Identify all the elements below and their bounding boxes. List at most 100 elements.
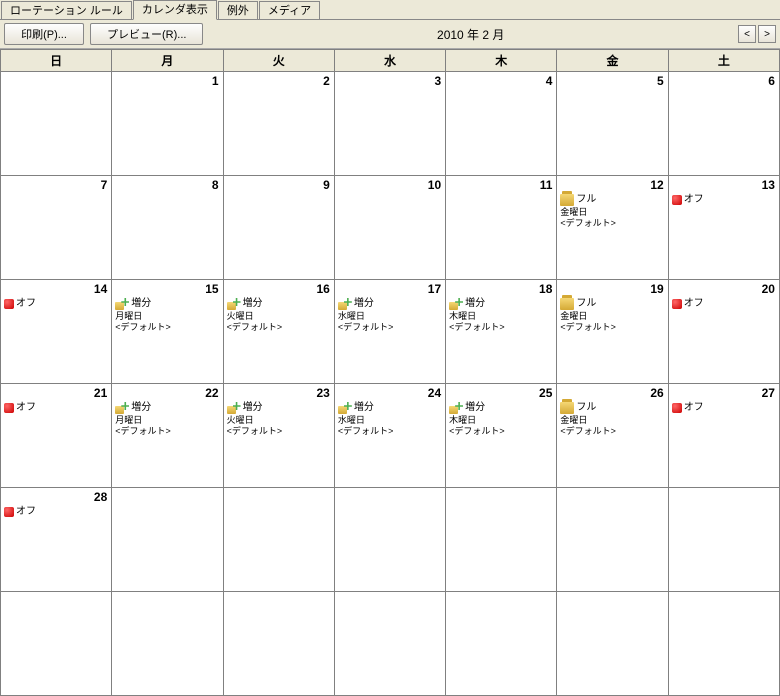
calendar-cell[interactable]: 18 増分木曜日<デフォルト> bbox=[446, 280, 557, 384]
calendar-cell[interactable]: 26 フル金曜日<デフォルト> bbox=[557, 384, 668, 488]
weekday-thu: 木 bbox=[446, 50, 557, 71]
event-default: <デフォルト> bbox=[338, 322, 442, 333]
event-default: <デフォルト> bbox=[449, 322, 553, 333]
event-default: <デフォルト> bbox=[560, 322, 664, 333]
calendar-cell[interactable] bbox=[335, 488, 446, 592]
calendar-event[interactable]: 増分月曜日<デフォルト> bbox=[115, 298, 219, 333]
calendar-event[interactable]: 増分木曜日<デフォルト> bbox=[449, 298, 553, 333]
calendar-cell[interactable] bbox=[557, 592, 668, 696]
day-number: 20 bbox=[762, 282, 775, 296]
calendar-event[interactable]: フル金曜日<デフォルト> bbox=[560, 298, 664, 333]
calendar-cell[interactable]: 27 オフ bbox=[669, 384, 780, 488]
event-weekday: 火曜日 bbox=[227, 311, 331, 322]
calendar-cell[interactable] bbox=[112, 488, 223, 592]
calendar-cell[interactable] bbox=[112, 592, 223, 696]
tab-exception[interactable]: 例外 bbox=[218, 1, 258, 19]
full-backup-icon bbox=[560, 194, 574, 206]
calendar-cell[interactable]: 2 bbox=[224, 72, 335, 176]
off-icon bbox=[4, 299, 14, 309]
calendar-event[interactable]: オフ bbox=[672, 194, 776, 207]
day-number: 11 bbox=[540, 178, 553, 192]
day-number: 8 bbox=[212, 178, 219, 192]
calendar-cell[interactable] bbox=[446, 592, 557, 696]
calendar-cell[interactable]: 7 bbox=[1, 176, 112, 280]
event-label: オフ bbox=[16, 402, 36, 414]
calendar-cell[interactable] bbox=[224, 488, 335, 592]
off-icon bbox=[4, 403, 14, 413]
calendar-cell[interactable] bbox=[335, 592, 446, 696]
calendar-cell[interactable] bbox=[669, 488, 780, 592]
calendar-cell[interactable] bbox=[224, 592, 335, 696]
incremental-backup-icon bbox=[449, 402, 463, 414]
calendar-event[interactable]: 増分水曜日<デフォルト> bbox=[338, 298, 442, 333]
incremental-backup-icon bbox=[115, 298, 129, 310]
day-number: 9 bbox=[323, 178, 330, 192]
calendar-cell[interactable] bbox=[446, 488, 557, 592]
weekday-header: 日 月 火 水 木 金 土 bbox=[0, 49, 780, 71]
print-button[interactable]: 印刷(P)... bbox=[4, 23, 84, 45]
day-number: 27 bbox=[762, 386, 775, 400]
calendar-cell[interactable] bbox=[1, 592, 112, 696]
calendar-cell[interactable]: 11 bbox=[446, 176, 557, 280]
incremental-backup-icon bbox=[449, 298, 463, 310]
calendar-cell[interactable]: 13 オフ bbox=[669, 176, 780, 280]
calendar-cell[interactable] bbox=[669, 592, 780, 696]
day-number: 2 bbox=[323, 74, 330, 88]
calendar-event[interactable]: フル金曜日<デフォルト> bbox=[560, 194, 664, 229]
calendar-cell[interactable]: 21 オフ bbox=[1, 384, 112, 488]
calendar-cell[interactable]: 28オフ bbox=[1, 488, 112, 592]
calendar-event[interactable]: オフ bbox=[4, 506, 108, 519]
calendar-cell[interactable]: 24増分水曜日<デフォルト> bbox=[335, 384, 446, 488]
calendar-cell[interactable]: 6 bbox=[669, 72, 780, 176]
calendar-event[interactable]: フル金曜日<デフォルト> bbox=[560, 402, 664, 437]
calendar-cell[interactable]: 8 bbox=[112, 176, 223, 280]
calendar-cell[interactable]: 3 bbox=[335, 72, 446, 176]
full-backup-icon bbox=[560, 402, 574, 414]
calendar-cell[interactable]: 4 bbox=[446, 72, 557, 176]
tab-media[interactable]: メディア bbox=[259, 1, 320, 19]
tab-calendar[interactable]: カレンダ表示 bbox=[133, 0, 217, 20]
off-icon bbox=[672, 403, 682, 413]
calendar-event[interactable]: オフ bbox=[672, 298, 776, 311]
calendar-cell[interactable]: 17増分水曜日<デフォルト> bbox=[335, 280, 446, 384]
calendar-event[interactable]: 増分月曜日<デフォルト> bbox=[115, 402, 219, 437]
preview-button[interactable]: プレビュー(R)... bbox=[90, 23, 203, 45]
day-number: 21 bbox=[94, 386, 107, 400]
event-label: 増分 bbox=[465, 298, 485, 310]
calendar-title: 2010 年 2 月 bbox=[209, 26, 732, 43]
day-number: 18 bbox=[539, 282, 552, 296]
calendar-cell[interactable]: 16増分火曜日<デフォルト> bbox=[224, 280, 335, 384]
calendar-cell[interactable]: 1 bbox=[112, 72, 223, 176]
calendar-event[interactable]: オフ bbox=[672, 402, 776, 415]
calendar-cell[interactable]: 10 bbox=[335, 176, 446, 280]
event-label: オフ bbox=[684, 402, 704, 414]
calendar-cell[interactable]: 12フル金曜日<デフォルト> bbox=[557, 176, 668, 280]
calendar-cell[interactable]: 22増分月曜日<デフォルト> bbox=[112, 384, 223, 488]
calendar-event[interactable]: オフ bbox=[4, 402, 108, 415]
calendar-cell[interactable]: 19フル金曜日<デフォルト> bbox=[557, 280, 668, 384]
event-weekday: 木曜日 bbox=[449, 415, 553, 426]
calendar-cell[interactable] bbox=[1, 72, 112, 176]
prev-month-button[interactable]: < bbox=[738, 25, 756, 43]
calendar-cell[interactable]: 9 bbox=[224, 176, 335, 280]
calendar-event[interactable]: オフ bbox=[4, 298, 108, 311]
calendar-cell[interactable]: 25増分木曜日<デフォルト> bbox=[446, 384, 557, 488]
calendar-event[interactable]: 増分火曜日<デフォルト> bbox=[227, 402, 331, 437]
calendar-cell[interactable]: 15増分月曜日<デフォルト> bbox=[112, 280, 223, 384]
calendar-cell[interactable]: 14オフ bbox=[1, 280, 112, 384]
event-default: <デフォルト> bbox=[227, 426, 331, 437]
calendar-event[interactable]: 増分木曜日<デフォルト> bbox=[449, 402, 553, 437]
day-number: 26 bbox=[650, 386, 663, 400]
weekday-wed: 水 bbox=[335, 50, 446, 71]
day-number: 13 bbox=[762, 178, 775, 192]
calendar-cell[interactable]: 5 bbox=[557, 72, 668, 176]
calendar-event[interactable]: 増分火曜日<デフォルト> bbox=[227, 298, 331, 333]
off-icon bbox=[672, 299, 682, 309]
tab-rotation[interactable]: ローテーション ルール bbox=[1, 1, 132, 19]
calendar-event[interactable]: 増分水曜日<デフォルト> bbox=[338, 402, 442, 437]
next-month-button[interactable]: > bbox=[758, 25, 776, 43]
off-icon bbox=[672, 195, 682, 205]
calendar-cell[interactable]: 20 オフ bbox=[669, 280, 780, 384]
calendar-cell[interactable]: 23増分火曜日<デフォルト> bbox=[224, 384, 335, 488]
calendar-cell[interactable] bbox=[557, 488, 668, 592]
